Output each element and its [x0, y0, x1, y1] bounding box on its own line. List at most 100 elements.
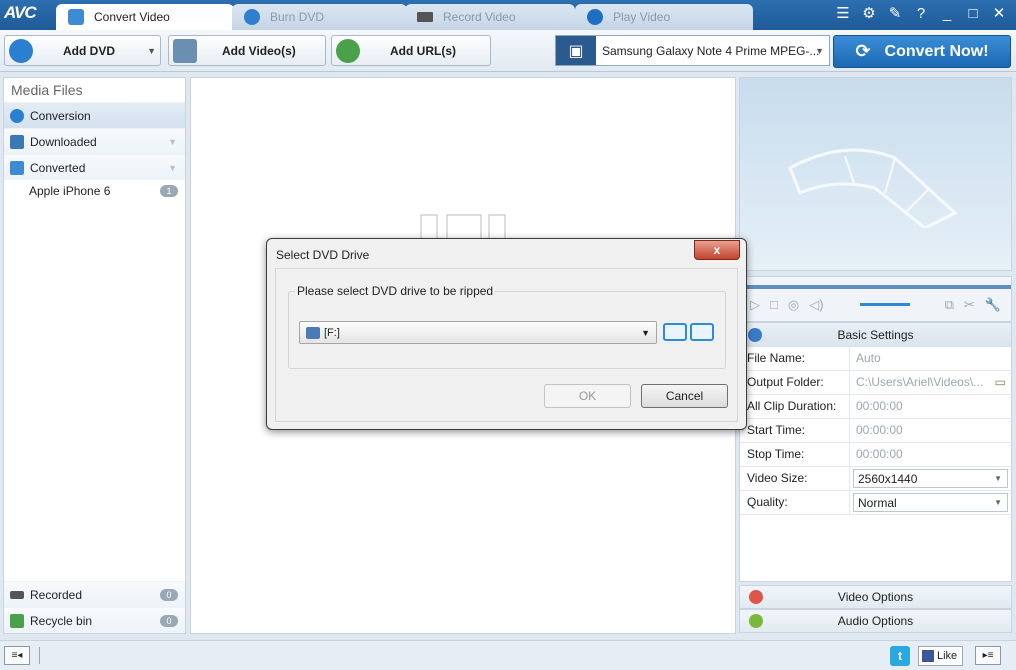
convert-now-button[interactable]: ⟳ Convert Now! — [833, 35, 1011, 68]
audio-options-icon — [749, 614, 763, 628]
app-logo: AVC — [4, 3, 37, 22]
setting-label: Stop Time: — [740, 443, 850, 466]
maximize-icon[interactable]: □ — [964, 5, 982, 22]
video-options-header[interactable]: Video Options — [739, 585, 1012, 609]
sidebar-item-conversion[interactable]: Conversion — [4, 102, 185, 128]
facebook-like-button[interactable]: Like — [918, 646, 963, 666]
setting-stop-time: Stop Time: 00:00:00 — [740, 443, 1011, 467]
sidebar-item-label: Conversion — [30, 108, 91, 123]
toggle-panel-button[interactable]: ≡◂ — [4, 646, 30, 665]
playback-controls: ▷ □ ◎ ◁) ⧉ ✂ 🔧 — [739, 276, 1012, 322]
output-profile-select[interactable]: ▣ Samsung Galaxy Note 4 Prime MPEG-... ▼ — [555, 35, 830, 66]
quality-select[interactable]: Normal ▼ — [853, 493, 1008, 512]
play-icon[interactable]: ▷ — [750, 297, 760, 313]
minimize-icon[interactable]: _ — [938, 5, 956, 22]
tab-burn-dvd[interactable]: Burn DVD — [232, 4, 407, 30]
basic-settings-label: Basic Settings — [837, 328, 914, 342]
convert-now-label: Convert Now! — [884, 42, 989, 60]
sidebar-item-downloaded[interactable]: Downloaded ▼ — [4, 128, 185, 154]
add-videos-button[interactable]: Add Video(s) — [168, 35, 326, 66]
chevron-down-icon[interactable]: ▼ — [147, 46, 156, 56]
media-files-panel: Media Files Conversion Downloaded ▼ Conv… — [3, 77, 186, 634]
subitem-label: Apple iPhone 6 — [29, 184, 111, 198]
facebook-icon — [922, 650, 934, 662]
group-label: Please select DVD drive to be ripped — [295, 284, 496, 298]
video-size-select[interactable]: 2560x1440 ▼ — [853, 469, 1008, 488]
media-files-header: Media Files — [11, 82, 83, 98]
file-name-field[interactable]: Auto — [850, 347, 1011, 370]
like-label: Like — [937, 650, 958, 662]
toolbar: Add DVD ▼ Add Video(s) Add URL(s) ▣ Sams… — [0, 30, 1016, 72]
basic-settings-header[interactable]: Basic Settings — [740, 323, 1011, 347]
chevron-down-icon[interactable]: ▼ — [168, 163, 177, 173]
convert-video-icon — [68, 9, 84, 25]
twitter-icon[interactable]: t — [890, 646, 910, 666]
film-strip-icon — [788, 148, 958, 228]
close-button[interactable]: x — [694, 240, 740, 260]
tab-play-video[interactable]: Play Video — [575, 4, 753, 30]
play-icon — [587, 9, 603, 25]
sidebar-item-recorded[interactable]: Recorded 0 — [4, 581, 185, 607]
add-url-button[interactable]: Add URL(s) — [331, 35, 491, 66]
setting-label: Quality: — [740, 491, 850, 514]
dialog-body: Please select DVD drive to be ripped [F:… — [275, 268, 738, 422]
video-options-label: Video Options — [837, 590, 914, 604]
sidebar-item-recycle-bin[interactable]: Recycle bin 0 — [4, 607, 185, 633]
gear-icon[interactable]: ⚙ — [860, 4, 878, 22]
folder-icon[interactable]: ▭ — [995, 371, 1006, 394]
count-badge: 1 — [160, 185, 178, 197]
sidebar-item-label: Converted — [30, 160, 86, 175]
status-bar: ≡◂ t Like ▸≡ — [0, 640, 1016, 670]
ok-button[interactable]: OK — [544, 384, 631, 408]
tab-label: Play Video — [613, 10, 671, 24]
select-dvd-drive-dialog: Select DVD Drive x Please select DVD dri… — [266, 238, 747, 430]
start-time-field[interactable]: 00:00:00 — [850, 419, 1011, 442]
divider — [39, 647, 40, 664]
profile-label: Samsung Galaxy Note 4 Prime MPEG-... — [602, 43, 820, 58]
settings-icon — [748, 328, 762, 342]
snapshot-icon[interactable]: ◎ — [788, 297, 799, 313]
record-icon — [417, 12, 433, 22]
tab-label: Record Video — [443, 10, 516, 24]
stop-time-field[interactable]: 00:00:00 — [850, 443, 1011, 466]
sidebar-item-label: Recycle bin — [30, 613, 93, 628]
toggle-right-panel-button[interactable]: ▸≡ — [975, 646, 1001, 665]
tab-convert-video[interactable]: Convert Video — [56, 4, 234, 30]
refresh-drive-icon[interactable] — [690, 323, 714, 341]
audio-options-header[interactable]: Audio Options — [739, 609, 1012, 633]
output-folder-field[interactable]: C:\Users\Ariel\Videos\... ▭ — [850, 371, 1011, 394]
film-add-icon — [173, 38, 197, 63]
add-dvd-button[interactable]: Add DVD ▼ — [4, 35, 161, 66]
chevron-down-icon: ▼ — [994, 498, 1002, 507]
control-icons: ▷ □ ◎ ◁) — [750, 297, 824, 313]
dvd-add-icon — [9, 38, 33, 63]
skin-icon[interactable]: ✎ — [886, 4, 904, 22]
help-icon[interactable]: ? — [912, 5, 930, 22]
wrench-icon[interactable]: 🔧 — [985, 297, 1001, 313]
scissors-icon[interactable]: ✂ — [964, 297, 975, 313]
chevron-down-icon: ▼ — [994, 474, 1002, 483]
eject-icon[interactable] — [663, 323, 687, 341]
record-icon — [10, 590, 24, 599]
cancel-button[interactable]: Cancel — [641, 384, 728, 408]
add-url-label: Add URL(s) — [390, 43, 456, 58]
title-bar: AVC Convert Video Burn DVD Record Video … — [0, 0, 1016, 30]
settings-list-icon[interactable]: ☰ — [834, 4, 852, 22]
sidebar-subitem-apple-iphone-6[interactable]: Apple iPhone 6 1 — [4, 180, 185, 202]
volume-slider[interactable] — [860, 303, 910, 306]
stop-icon[interactable]: □ — [770, 297, 778, 313]
setting-label: Start Time: — [740, 419, 850, 442]
sidebar-item-converted[interactable]: Converted ▼ — [4, 154, 185, 180]
window-controls: ☰ ⚙ ✎ ? _ □ ✕ — [834, 4, 1008, 23]
drive-select[interactable]: [F:] ▼ — [299, 321, 657, 344]
count-badge: 0 — [160, 588, 178, 601]
drive-group: Please select DVD drive to be ripped [F:… — [288, 284, 726, 369]
crop-icon[interactable]: ⧉ — [945, 297, 954, 313]
volume-icon[interactable]: ◁) — [809, 297, 823, 313]
converted-icon — [10, 160, 24, 175]
seek-bar[interactable] — [740, 285, 1011, 289]
sidebar-item-label: Recorded — [30, 587, 83, 602]
close-icon[interactable]: ✕ — [990, 4, 1008, 22]
tab-record-video[interactable]: Record Video — [405, 4, 575, 30]
chevron-down-icon[interactable]: ▼ — [168, 137, 177, 147]
